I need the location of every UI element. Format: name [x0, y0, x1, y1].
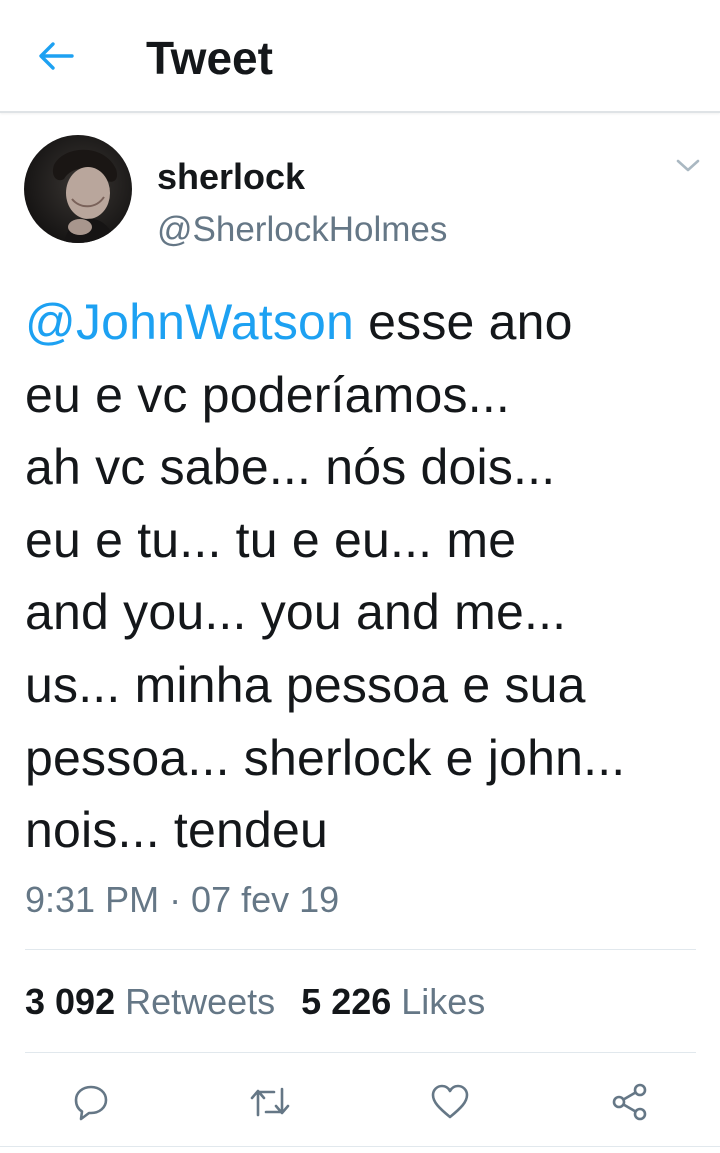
retweet-button[interactable]	[244, 1076, 296, 1128]
likes-stat[interactable]: 5 226 Likes	[301, 980, 485, 1024]
heart-icon	[431, 1084, 469, 1119]
back-button[interactable]	[34, 36, 78, 76]
share-icon	[612, 1083, 647, 1121]
likes-label: Likes	[401, 981, 486, 1022]
tweet-timestamp[interactable]: 9:31 PM · 07 fev 19	[25, 878, 339, 922]
action-bar	[0, 1076, 720, 1128]
arrow-left-icon	[39, 42, 74, 70]
author-handle[interactable]: @SherlockHolmes	[157, 210, 447, 250]
reply-button[interactable]	[65, 1076, 117, 1128]
like-button[interactable]	[424, 1076, 476, 1128]
tweet-text: @JohnWatson esse ano eu e vc poderíamos.…	[25, 286, 705, 867]
top-bar: Tweet	[0, 0, 720, 113]
author-display-name[interactable]: sherlock	[157, 157, 305, 197]
chevron-down-icon	[676, 159, 700, 172]
engagement-stats: 3 092 Retweets 5 226 Likes	[25, 980, 511, 1024]
more-options-button[interactable]	[672, 152, 704, 180]
divider	[0, 1146, 720, 1147]
reply-icon	[74, 1085, 108, 1121]
share-button[interactable]	[604, 1076, 656, 1128]
likes-count: 5 226	[301, 981, 392, 1022]
retweets-stat[interactable]: 3 092 Retweets	[25, 980, 275, 1024]
divider	[25, 949, 696, 950]
divider	[25, 1052, 696, 1053]
tweet-body: esse ano eu e vc poderíamos... ah vc sab…	[25, 294, 626, 859]
mention-link[interactable]: @JohnWatson	[25, 294, 354, 350]
page-title: Tweet	[146, 32, 273, 84]
avatar[interactable]	[24, 135, 132, 243]
retweet-icon	[250, 1087, 290, 1117]
retweets-count: 3 092	[25, 981, 116, 1022]
retweets-label: Retweets	[125, 981, 276, 1022]
